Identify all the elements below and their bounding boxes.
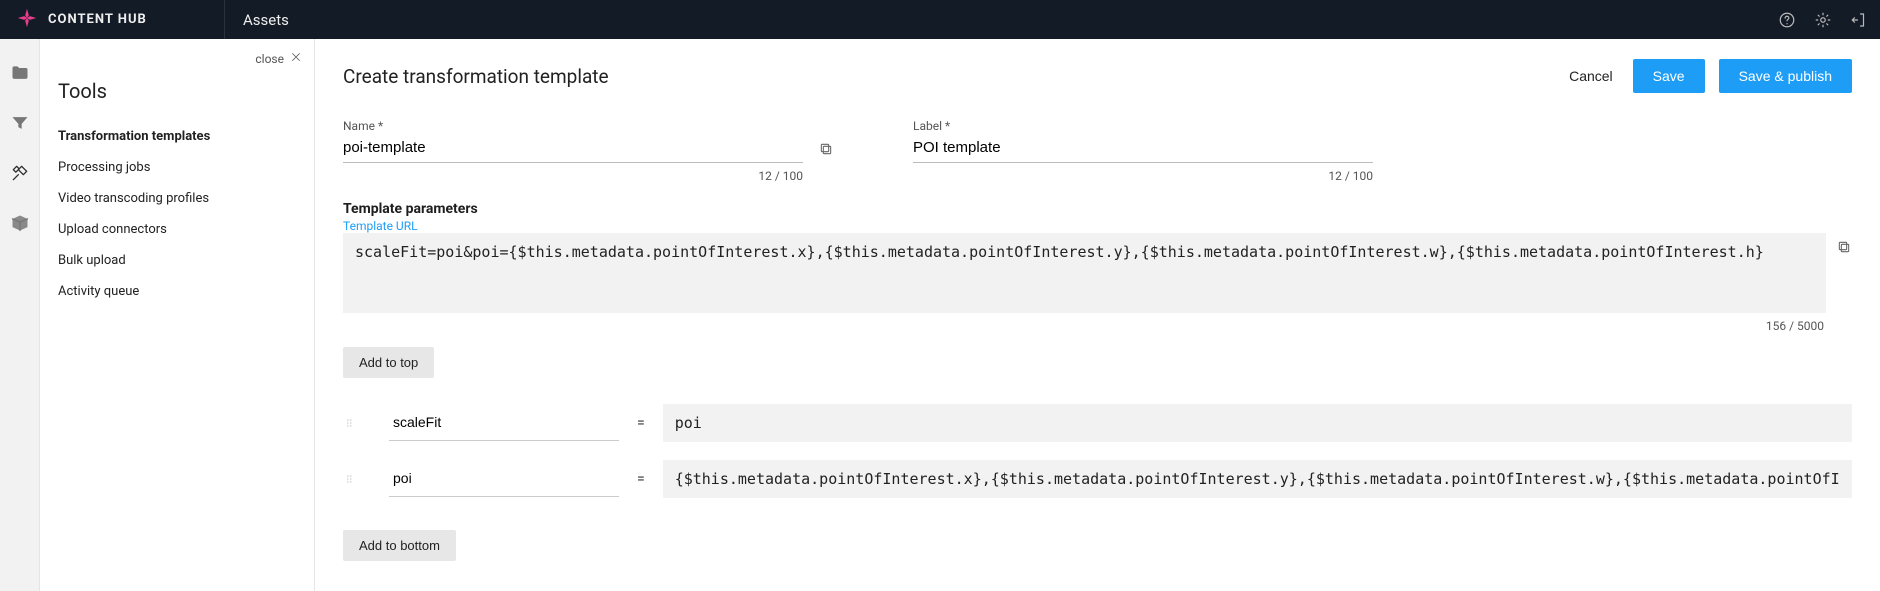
logo-icon xyxy=(16,7,38,33)
close-panel-label: close xyxy=(255,52,284,66)
side-panel-title: Tools xyxy=(58,79,296,103)
param-key-input-1[interactable] xyxy=(389,462,619,497)
breadcrumb-label: Assets xyxy=(243,11,289,29)
save-button[interactable]: Save xyxy=(1633,59,1705,93)
name-char-count: 12 / 100 xyxy=(343,169,803,183)
sidebar-item-upload-connectors[interactable]: Upload connectors xyxy=(58,214,296,245)
filter-icon[interactable] xyxy=(10,113,30,133)
param-row-1: = xyxy=(343,460,1852,498)
main-actions: Cancel Save Save & publish xyxy=(1563,59,1852,93)
sidebar-item-bulk-upload[interactable]: Bulk upload xyxy=(58,245,296,276)
sidebar-item-activity-queue[interactable]: Activity queue xyxy=(58,276,296,307)
add-to-bottom-button[interactable]: Add to bottom xyxy=(343,530,456,561)
equals-sign: = xyxy=(637,471,645,487)
param-key-input-0[interactable] xyxy=(389,406,619,441)
sidebar-item-transformation-templates[interactable]: Transformation templates xyxy=(58,121,296,152)
label-field-label: Label * xyxy=(913,119,1453,133)
copy-url-icon[interactable] xyxy=(1836,239,1852,259)
drag-handle-icon[interactable] xyxy=(343,415,357,431)
cancel-button[interactable]: Cancel xyxy=(1563,60,1619,92)
label-input[interactable] xyxy=(913,135,1373,163)
label-char-count: 12 / 100 xyxy=(913,169,1373,183)
sidebar-item-video-transcoding[interactable]: Video transcoding profiles xyxy=(58,183,296,214)
template-parameters-header: Template parameters xyxy=(343,201,1852,217)
side-nav: Transformation templates Processing jobs… xyxy=(58,121,296,307)
breadcrumb[interactable]: Assets xyxy=(225,0,289,39)
add-to-top-button[interactable]: Add to top xyxy=(343,347,434,378)
logout-icon[interactable] xyxy=(1850,11,1868,29)
equals-sign: = xyxy=(637,415,645,431)
name-label-row: Name * 12 / 100 Label * 12 / 100 xyxy=(343,119,1852,183)
main-header: Create transformation template Cancel Sa… xyxy=(343,59,1852,93)
topbar: CONTENT HUB Assets xyxy=(0,0,1880,39)
topbar-actions xyxy=(1778,11,1868,29)
side-panel: close Tools Transformation templates Pro… xyxy=(40,39,315,591)
template-url-char-count: 156 / 5000 xyxy=(343,319,1852,333)
name-field: Name * 12 / 100 xyxy=(343,119,883,183)
name-input[interactable] xyxy=(343,135,803,163)
page-title: Create transformation template xyxy=(343,65,609,88)
param-value-input-1[interactable] xyxy=(663,460,1852,498)
copy-name-icon[interactable] xyxy=(818,141,834,161)
help-icon[interactable] xyxy=(1778,11,1796,29)
settings-icon[interactable] xyxy=(1814,11,1832,29)
template-url-input[interactable] xyxy=(343,233,1826,313)
folder-icon[interactable] xyxy=(10,63,30,83)
package-icon[interactable] xyxy=(10,213,30,233)
close-panel-button[interactable]: close xyxy=(255,51,302,66)
logo[interactable]: CONTENT HUB xyxy=(0,0,225,39)
template-url-row xyxy=(343,233,1852,313)
save-publish-button[interactable]: Save & publish xyxy=(1719,59,1852,93)
label-field: Label * 12 / 100 xyxy=(913,119,1453,183)
close-icon xyxy=(290,51,302,66)
tools-icon[interactable] xyxy=(10,163,30,183)
name-field-label: Name * xyxy=(343,119,883,133)
param-value-input-0[interactable] xyxy=(663,404,1852,442)
param-row-0: = xyxy=(343,404,1852,442)
main-content: Create transformation template Cancel Sa… xyxy=(315,39,1880,591)
template-url-label: Template URL xyxy=(343,219,1852,233)
sidebar-item-processing-jobs[interactable]: Processing jobs xyxy=(58,152,296,183)
drag-handle-icon[interactable] xyxy=(343,471,357,487)
icon-rail xyxy=(0,39,40,591)
logo-text: CONTENT HUB xyxy=(48,12,147,27)
